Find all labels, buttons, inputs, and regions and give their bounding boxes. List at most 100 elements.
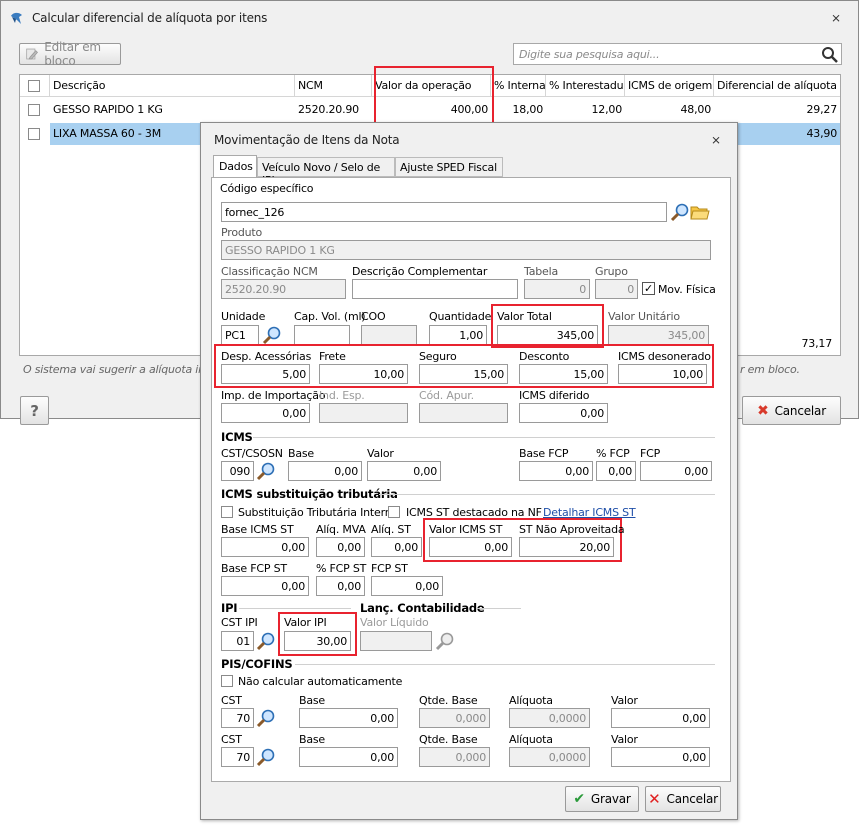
nao-calc-checkbox[interactable] (221, 675, 233, 687)
ipi-section-title: IPI (221, 601, 238, 615)
icms-dif-input[interactable]: 0,00 (519, 403, 608, 423)
mov-fisica-checkbox[interactable]: ✓ (642, 282, 655, 295)
search-icon[interactable] (821, 46, 838, 63)
produto-input: GESSO RAPIDO 1 KG (221, 240, 711, 260)
row-checkbox[interactable] (28, 104, 40, 116)
cst-label: CST/CSOSN (221, 447, 283, 460)
item-dialog: Movimentação de Itens da Nota ⨯ Dados Ve… (200, 122, 738, 820)
pfcp-st-input[interactable]: 0,00 (316, 576, 365, 596)
codigo-input[interactable]: fornec_126 (221, 202, 667, 222)
search-input[interactable]: Digite sua pesquisa aqui... (519, 48, 660, 61)
pfcp-input[interactable]: 0,00 (596, 461, 636, 481)
desconto-input[interactable]: 15,00 (519, 364, 608, 384)
help-button[interactable]: ? (20, 396, 49, 425)
pfcp-label: % FCP (596, 447, 630, 460)
pis-valor-input[interactable]: 0,00 (611, 708, 710, 728)
valor-ipi-input[interactable]: 30,00 (284, 631, 351, 651)
desp-input[interactable]: 5,00 (221, 364, 310, 384)
tabela-input: 0 (524, 279, 590, 299)
seguro-label: Seguro (419, 350, 457, 363)
dialog-cancel-button[interactable]: ✕ Cancelar (645, 786, 721, 812)
app-icon (11, 12, 22, 24)
frete-input[interactable]: 10,00 (319, 364, 408, 384)
search-icon[interactable] (435, 631, 455, 651)
cofins-cst-label: CST (221, 733, 242, 746)
tabela-label: Tabela (524, 265, 558, 278)
valor-unit-input: 345,00 (608, 325, 709, 345)
icms-deson-label: ICMS desonerado (618, 350, 711, 363)
search-box[interactable]: Digite sua pesquisa aqui... (513, 43, 842, 65)
capvol-input[interactable] (294, 325, 350, 345)
search-icon[interactable] (256, 747, 276, 767)
search-icon[interactable] (262, 325, 282, 345)
tab-veiculo[interactable]: Veículo Novo / Selo de IPI (257, 157, 395, 187)
main-close-icon[interactable]: ⨯ (831, 11, 841, 25)
tab-dados[interactable]: Dados (213, 155, 257, 177)
base-input[interactable]: 0,00 (288, 461, 362, 481)
col-ncm[interactable]: NCM (295, 75, 372, 97)
cst-input[interactable]: 090 (221, 461, 254, 481)
valor-total-input[interactable]: 345,00 (497, 325, 598, 345)
fcp-input[interactable]: 0,00 (640, 461, 712, 481)
capvol-label: Cap. Vol. (ml) (294, 310, 366, 323)
divider (239, 608, 351, 609)
cofins-cst-input[interactable]: 70 (221, 747, 254, 767)
desc-comp-input[interactable] (352, 279, 518, 299)
seguro-input[interactable]: 15,00 (419, 364, 508, 384)
quantidade-input[interactable]: 1,00 (429, 325, 487, 345)
valor-st-input[interactable]: 0,00 (429, 537, 512, 557)
tab-sped[interactable]: Ajuste SPED Fiscal (395, 157, 503, 177)
main-cancel-label: Cancelar (774, 403, 827, 418)
cofins-base-input[interactable]: 0,00 (299, 747, 398, 767)
codigo-label: Código específico (220, 182, 314, 195)
folder-icon[interactable] (690, 203, 710, 221)
select-all-checkbox[interactable] (28, 80, 40, 92)
pis-base-input[interactable]: 0,00 (299, 708, 398, 728)
unidade-input[interactable]: PC1 (221, 325, 259, 345)
hint-text-end: r em bloco. (740, 363, 800, 376)
edit-block-button[interactable]: Editar em bloco (19, 40, 121, 68)
edit-block-label: Editar em bloco (44, 40, 101, 68)
main-titlebar: Calcular diferencial de alíquota por ite… (1, 1, 858, 34)
row-checkbox[interactable] (28, 128, 40, 140)
select-all-header[interactable] (20, 75, 50, 97)
aliq-mva-input[interactable]: 0,00 (316, 537, 365, 557)
st-destacado-checkbox[interactable] (388, 506, 400, 518)
search-icon[interactable] (670, 202, 690, 222)
pis-qtde-input: 0,000 (419, 708, 490, 728)
cofins-valor-input[interactable]: 0,00 (611, 747, 710, 767)
grupo-label: Grupo (595, 265, 628, 278)
search-icon[interactable] (256, 631, 276, 651)
col-interestadual[interactable]: % Interestadual (546, 75, 625, 97)
pis-cst-input[interactable]: 70 (221, 708, 254, 728)
icms-deson-input[interactable]: 10,00 (618, 364, 707, 384)
st-nao-input[interactable]: 20,00 (519, 537, 614, 557)
col-interna[interactable]: % Interna (491, 75, 546, 97)
valor-liq-label: Valor Líquido (360, 616, 429, 629)
divider (253, 437, 715, 438)
base-fcp-input[interactable]: 0,00 (519, 461, 593, 481)
nao-calc-label: Não calcular automaticamente (238, 675, 403, 688)
valor-input[interactable]: 0,00 (367, 461, 441, 481)
dialog-close-icon[interactable]: ⨯ (711, 133, 721, 147)
imp-input[interactable]: 0,00 (221, 403, 310, 423)
cst-ipi-input[interactable]: 01 (221, 631, 254, 651)
desconto-label: Desconto (519, 350, 570, 363)
col-descricao[interactable]: Descrição (50, 75, 295, 97)
cell-interestadual: 12,00 (591, 103, 623, 116)
col-icms-origem[interactable]: ICMS de origem (625, 75, 714, 97)
contab-section-title: Lanç. Contabilidade (360, 601, 485, 615)
search-icon[interactable] (256, 708, 276, 728)
ncm-label: Classificação NCM (221, 265, 318, 278)
st-interna-checkbox[interactable] (221, 506, 233, 518)
main-cancel-button[interactable]: ✖ Cancelar (742, 396, 841, 425)
base-st-input[interactable]: 0,00 (221, 537, 309, 557)
aliq-st-input[interactable]: 0,00 (371, 537, 422, 557)
search-icon[interactable] (256, 461, 276, 481)
imp-label: Imp. de Importação (221, 389, 326, 402)
fcp-st-input[interactable]: 0,00 (371, 576, 443, 596)
st-nao-label: ST Não Aproveitada (519, 523, 625, 536)
col-diferencial[interactable]: Diferencial de alíquota (714, 75, 840, 97)
gravar-button[interactable]: ✔ Gravar (565, 786, 639, 812)
base-fcp-st-input[interactable]: 0,00 (221, 576, 309, 596)
